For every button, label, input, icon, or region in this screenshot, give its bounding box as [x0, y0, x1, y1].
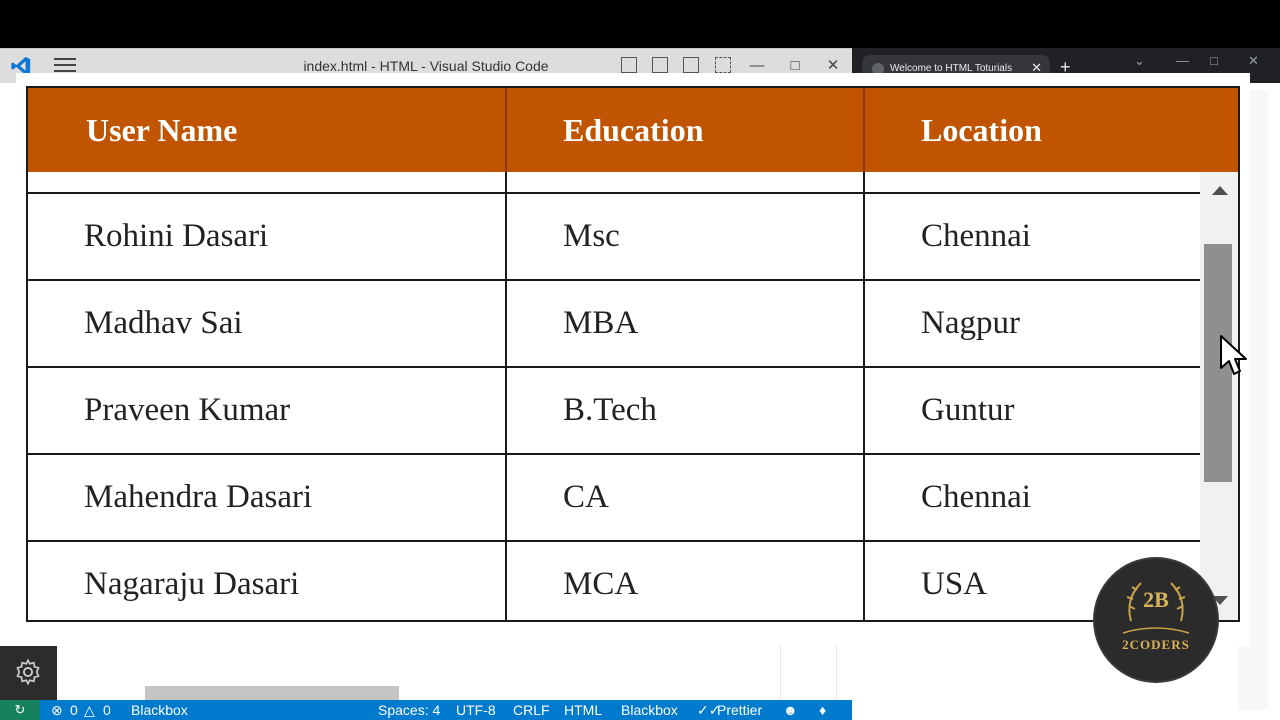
toggle-panel-icon[interactable]	[652, 57, 668, 73]
cell-education: B.Tech	[563, 392, 657, 428]
error-count[interactable]: 0	[70, 702, 78, 718]
cell-education: CA	[563, 479, 609, 515]
cell-education: MCA	[563, 566, 639, 602]
data-table: User Name Education Location Rohini Dasa…	[26, 86, 1240, 622]
column-divider	[863, 172, 865, 620]
status-blackbox-left[interactable]: Blackbox	[131, 702, 188, 718]
indent-guide	[780, 645, 781, 700]
cell-user-name: Nagaraju Dasari	[84, 566, 300, 602]
mouse-cursor-icon	[1220, 335, 1247, 375]
cell-location: Guntur	[921, 392, 1015, 428]
logo-monogram: 2B	[1143, 587, 1169, 612]
status-eol[interactable]: CRLF	[513, 702, 550, 718]
table-row: Praveen Kumar B.Tech Guntur	[28, 368, 1200, 455]
table-vertical-scrollbar[interactable]	[1200, 172, 1238, 620]
cell-education: MBA	[563, 305, 639, 341]
notifications-bell-icon[interactable]: ♦	[819, 702, 826, 718]
cell-user-name: Praveen Kumar	[84, 392, 291, 428]
cell-location: Chennai	[921, 479, 1031, 515]
cell-user-name: Mahendra Dasari	[84, 479, 313, 515]
browser-minimize-icon[interactable]: —	[1176, 53, 1189, 68]
indent-guide	[836, 645, 837, 700]
toggle-primary-sidebar-icon[interactable]	[621, 57, 637, 73]
horizontal-scrollbar[interactable]	[145, 686, 399, 700]
cell-location: USA	[921, 566, 988, 602]
logo-brand-text: 2CODERS	[1122, 637, 1190, 652]
errors-icon[interactable]: ⊗	[51, 702, 63, 719]
activity-bar-bottom	[0, 646, 57, 700]
brand-logo: 2B 2CODERS	[1095, 559, 1217, 681]
status-indentation[interactable]: Spaces: 4	[378, 702, 440, 718]
remote-indicator-icon[interactable]: ↻	[0, 700, 40, 720]
status-encoding[interactable]: UTF-8	[456, 702, 496, 718]
browser-close-icon[interactable]: ✕	[1248, 53, 1259, 69]
scroll-up-arrow-icon[interactable]	[1212, 186, 1228, 195]
cell-user-name: Rohini Dasari	[84, 218, 269, 254]
zoomed-preview: User Name Education Location Rohini Dasa…	[16, 73, 1250, 646]
status-bar: ↻ ⊗ 0 △ 0 Blackbox Spaces: 4 UTF-8 CRLF …	[0, 700, 852, 720]
laurel-wreath-icon	[1122, 582, 1190, 634]
cell-user-name: Madhav Sai	[84, 305, 243, 341]
feedback-icon[interactable]: ☻	[783, 702, 798, 718]
status-blackbox[interactable]: Blackbox	[621, 702, 678, 718]
window-title-text: index.html - HTML - Visual Studio Code	[303, 58, 549, 74]
table-row	[28, 107, 1200, 194]
warning-icon[interactable]: △	[84, 702, 95, 719]
cell-location: Chennai	[921, 218, 1031, 254]
table-row: Nagaraju Dasari MCA USA	[28, 542, 1200, 620]
table-body: Rohini Dasari Msc Chennai Madhav Sai MBA…	[28, 172, 1200, 620]
table-row: Madhav Sai MBA Nagpur	[28, 281, 1200, 368]
cell-education: Msc	[563, 218, 620, 254]
cell-location: Nagpur	[921, 305, 1020, 341]
customize-layout-icon[interactable]	[715, 57, 731, 73]
gear-icon[interactable]	[14, 658, 42, 686]
status-prettier[interactable]: Prettier	[717, 702, 762, 718]
tab-search-chevron-icon[interactable]: ⌄	[1134, 53, 1145, 69]
column-divider	[505, 172, 507, 620]
browser-maximize-icon[interactable]: □	[1210, 53, 1218, 68]
status-language[interactable]: HTML	[564, 702, 602, 718]
table-row: Mahendra Dasari CA Chennai	[28, 455, 1200, 542]
table-row: Rohini Dasari Msc Chennai	[28, 194, 1200, 281]
toggle-secondary-sidebar-icon[interactable]	[683, 57, 699, 73]
warning-count[interactable]: 0	[103, 702, 111, 718]
